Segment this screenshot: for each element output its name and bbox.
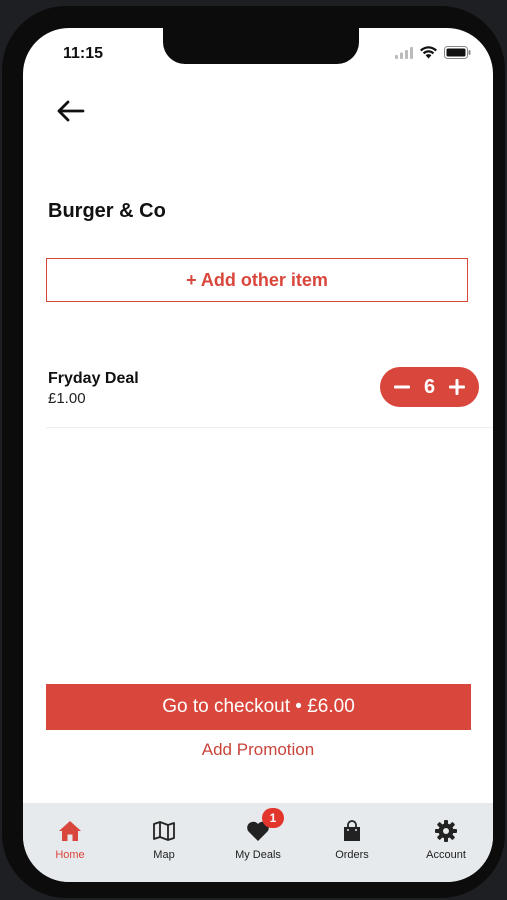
tab-label-account: Account [426, 849, 466, 861]
status-time: 11:15 [63, 45, 104, 62]
home-icon [57, 819, 83, 843]
tab-label-my-deals: My Deals [235, 849, 281, 861]
device-notch [163, 28, 359, 64]
cart-item-price: £1.00 [48, 390, 86, 407]
increase-quantity-button[interactable] [447, 377, 467, 397]
tab-account[interactable]: Account [399, 803, 493, 882]
app-screen: 11:15 Burger & Co + Add other item Fryda… [23, 28, 493, 882]
tab-home[interactable]: Home [23, 803, 117, 882]
battery-icon [444, 46, 471, 64]
arrow-left-icon [55, 99, 85, 128]
add-other-item-button[interactable]: + Add other item [46, 258, 468, 302]
quantity-value: 6 [423, 375, 436, 398]
device-frame: 11:15 Burger & Co + Add other item Fryda… [0, 0, 507, 900]
minus-icon [394, 385, 410, 389]
back-button[interactable] [53, 98, 87, 128]
decrease-quantity-button[interactable] [392, 377, 412, 397]
status-icons [395, 46, 471, 64]
map-icon [151, 819, 177, 843]
gear-icon [433, 819, 459, 843]
quantity-stepper: 6 [380, 367, 479, 407]
tab-orders[interactable]: Orders [305, 803, 399, 882]
add-promotion-link[interactable]: Add Promotion [23, 740, 493, 760]
checkout-button[interactable]: Go to checkout • £6.00 [46, 684, 471, 730]
cart-item-row: Fryday Deal £1.00 6 [46, 364, 493, 428]
signal-icon [395, 46, 413, 64]
bottom-tab-bar: Home Map 1 My Deals Orders Account [23, 803, 493, 882]
tab-label-map: Map [153, 849, 175, 861]
wifi-icon [420, 46, 437, 64]
plus-icon [449, 379, 465, 395]
cart-item-name: Fryday Deal [48, 370, 139, 387]
tab-label-orders: Orders [335, 849, 369, 861]
tab-my-deals[interactable]: 1 My Deals [211, 803, 305, 882]
store-title: Burger & Co [48, 200, 166, 222]
shopping-bag-icon [339, 819, 365, 843]
deals-badge: 1 [262, 808, 284, 828]
tab-map[interactable]: Map [117, 803, 211, 882]
tab-label-home: Home [55, 849, 85, 861]
phone-bezel: 11:15 Burger & Co + Add other item Fryda… [2, 6, 505, 898]
